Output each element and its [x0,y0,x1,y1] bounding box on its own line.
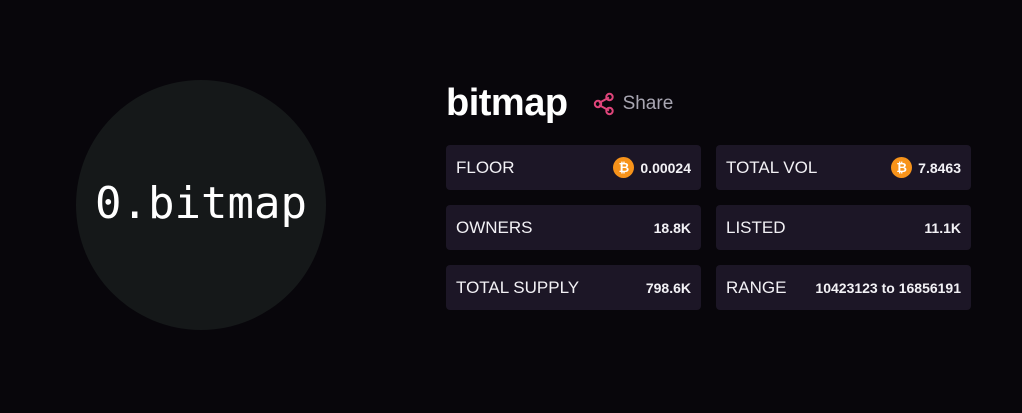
bitcoin-icon: ₿ [891,157,913,178]
stat-floor: FLOOR ₿ 0.00024 [446,145,701,190]
stat-label: TOTAL VOL [726,157,818,177]
bitcoin-icon: ₿ [613,157,635,178]
range-value: 10423123 to 16856191 [815,279,961,296]
total-vol-value: 7.8463 [918,159,961,176]
stat-value: ₿ 7.8463 [891,157,961,178]
listed-value: 11.1K [924,219,961,236]
avatar-text: 0.bitmap [95,177,307,229]
stat-label: TOTAL SUPPLY [456,277,580,297]
stat-label: RANGE [726,277,787,297]
stat-total-supply: TOTAL SUPPLY 798.6K [446,265,701,310]
stat-range: RANGE 10423123 to 16856191 [716,265,971,310]
floor-value: 0.00024 [640,159,691,176]
stat-label: FLOOR [456,157,515,177]
share-label: Share [622,93,674,114]
collection-avatar: 0.bitmap [76,80,326,330]
stat-label: LISTED [726,217,786,237]
owners-value: 18.8K [653,219,691,236]
share-button[interactable]: Share [592,92,674,116]
stat-listed: LISTED 11.1K [716,205,971,250]
title-row: bitmap Share [446,78,673,128]
collection-title: bitmap [446,81,568,124]
share-icon [592,92,616,116]
stat-owners: OWNERS 18.8K [446,205,701,250]
stat-label: OWNERS [456,217,533,237]
stat-total-vol: TOTAL VOL ₿ 7.8463 [716,145,971,190]
total-supply-value: 798.6K [645,279,691,296]
stat-value: ₿ 0.00024 [613,157,691,178]
collection-header: 0.bitmap bitmap Share FLOOR ₿ 0.00024 TO… [0,0,1022,413]
